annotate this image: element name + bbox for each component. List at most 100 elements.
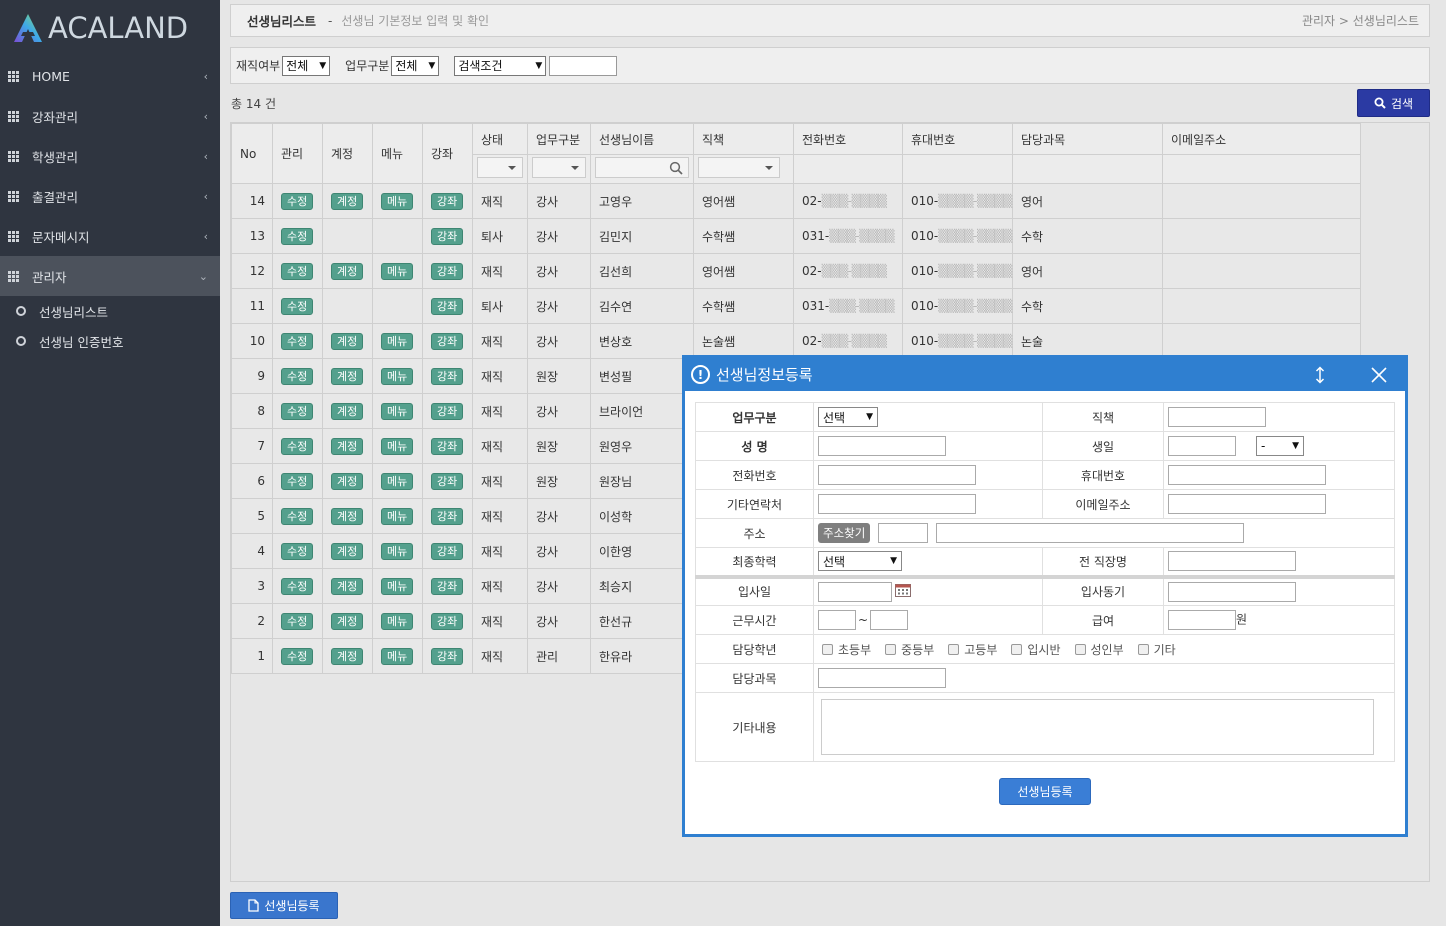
menu-button[interactable]: 메뉴: [381, 262, 414, 280]
grade-checkbox[interactable]: 성인부: [1074, 641, 1124, 658]
work-column-filter[interactable]: [532, 157, 586, 178]
edit-button[interactable]: 수정: [281, 647, 314, 665]
birthday-select[interactable]: - ▼: [1256, 436, 1304, 456]
teacher-name-cell[interactable]: 변성필: [590, 358, 694, 394]
column-header[interactable]: 업무구분: [527, 123, 591, 155]
column-header[interactable]: 선생님이름: [590, 123, 694, 155]
column-header[interactable]: 이메일주소: [1162, 123, 1361, 155]
course-button[interactable]: 강좌: [431, 367, 464, 385]
column-header[interactable]: 관리: [272, 123, 323, 184]
edit-button[interactable]: 수정: [281, 437, 314, 455]
course-button[interactable]: 강좌: [431, 612, 464, 630]
teacher-name-cell[interactable]: 김민지: [590, 218, 694, 254]
status-column-filter[interactable]: [477, 157, 523, 178]
email-input[interactable]: [1168, 494, 1326, 514]
calendar-icon[interactable]: [895, 583, 911, 600]
column-header[interactable]: 강좌: [422, 123, 473, 184]
close-icon[interactable]: [1371, 366, 1387, 383]
sidebar-item-4[interactable]: 문자메시지 ‹: [0, 216, 220, 256]
account-button[interactable]: 계정: [331, 612, 364, 630]
menu-button[interactable]: 메뉴: [381, 332, 414, 350]
account-button[interactable]: 계정: [331, 437, 364, 455]
teacher-name-cell[interactable]: 고영우: [590, 183, 694, 219]
address-input[interactable]: [935, 523, 1244, 543]
sidebar-item-3[interactable]: 출결관리 ‹: [0, 176, 220, 216]
edit-button[interactable]: 수정: [281, 507, 314, 525]
modal-header[interactable]: ! 선생님정보등록: [685, 358, 1405, 391]
teacher-name-cell[interactable]: 김수연: [590, 288, 694, 324]
teacher-name-cell[interactable]: 최승지: [590, 568, 694, 604]
edit-button[interactable]: 수정: [281, 262, 314, 280]
grade-checkbox[interactable]: 초등부: [822, 641, 871, 658]
salary-input[interactable]: [1168, 610, 1236, 630]
phone-input[interactable]: [818, 465, 976, 485]
account-button[interactable]: 계정: [331, 577, 364, 595]
course-button[interactable]: 강좌: [431, 507, 464, 525]
course-button[interactable]: 강좌: [431, 192, 464, 210]
join-reason-input[interactable]: [1168, 581, 1296, 602]
work-filter-select[interactable]: 전체 ▼: [391, 55, 440, 76]
account-button[interactable]: 계정: [331, 262, 364, 280]
mobile-input[interactable]: [1168, 465, 1326, 485]
sidebar-subitem-0[interactable]: 선생님리스트: [0, 296, 220, 326]
notes-textarea[interactable]: [821, 699, 1374, 755]
teacher-name-cell[interactable]: 이한영: [590, 533, 694, 569]
menu-button[interactable]: 메뉴: [381, 367, 414, 385]
work-start-input[interactable]: [818, 610, 856, 630]
edit-button[interactable]: 수정: [281, 297, 314, 315]
position-input[interactable]: [1168, 407, 1266, 427]
teacher-name-cell[interactable]: 변상호: [590, 323, 694, 359]
menu-button[interactable]: 메뉴: [381, 402, 414, 420]
menu-button[interactable]: 메뉴: [381, 437, 414, 455]
column-header[interactable]: 계정: [322, 123, 373, 184]
name-column-search[interactable]: [595, 157, 689, 178]
course-button[interactable]: 강좌: [431, 297, 464, 315]
account-button[interactable]: 계정: [331, 647, 364, 665]
subject-input[interactable]: [818, 668, 946, 688]
sidebar-item-1[interactable]: 강좌관리 ‹: [0, 96, 220, 136]
column-header[interactable]: No: [231, 123, 273, 184]
employment-filter-select[interactable]: 전체 ▼: [282, 55, 331, 76]
edit-button[interactable]: 수정: [281, 367, 314, 385]
teacher-name-cell[interactable]: 원장님: [590, 463, 694, 499]
course-button[interactable]: 강좌: [431, 227, 464, 245]
submit-teacher-button[interactable]: 선생님등록: [999, 778, 1091, 805]
search-input[interactable]: [549, 55, 618, 76]
prev-job-input[interactable]: [1168, 551, 1296, 572]
teacher-name-cell[interactable]: 한선규: [590, 603, 694, 639]
column-header[interactable]: 직책: [693, 123, 794, 155]
column-header[interactable]: 담당과목: [1012, 123, 1163, 155]
grade-checkbox[interactable]: 중등부: [885, 641, 934, 658]
sidebar-item-2[interactable]: 학생관리 ‹: [0, 136, 220, 176]
course-button[interactable]: 강좌: [431, 542, 464, 560]
search-button[interactable]: 검색: [1357, 89, 1430, 117]
course-button[interactable]: 강좌: [431, 262, 464, 280]
menu-button[interactable]: 메뉴: [381, 612, 414, 630]
address-search-button[interactable]: 주소찾기: [818, 523, 871, 543]
teacher-name-cell[interactable]: 이성학: [590, 498, 694, 534]
join-date-input[interactable]: [818, 581, 892, 602]
column-header[interactable]: 전화번호: [793, 123, 903, 155]
column-header[interactable]: 휴대번호: [902, 123, 1013, 155]
column-header[interactable]: 상태: [472, 123, 528, 155]
role-column-filter[interactable]: [698, 157, 780, 178]
teacher-name-cell[interactable]: 원영우: [590, 428, 694, 464]
other-contact-input[interactable]: [818, 494, 976, 514]
account-button[interactable]: 계정: [331, 507, 364, 525]
menu-button[interactable]: 메뉴: [381, 192, 414, 210]
register-teacher-button[interactable]: 선생님등록: [230, 892, 338, 919]
edit-button[interactable]: 수정: [281, 192, 314, 210]
menu-button[interactable]: 메뉴: [381, 577, 414, 595]
search-condition-select[interactable]: 검색조건 ▼: [454, 55, 547, 76]
column-header[interactable]: 메뉴: [372, 123, 423, 184]
course-button[interactable]: 강좌: [431, 332, 464, 350]
account-button[interactable]: 계정: [331, 472, 364, 490]
menu-button[interactable]: 메뉴: [381, 542, 414, 560]
sidebar-subitem-1[interactable]: 선생님 인증번호: [0, 326, 220, 356]
account-button[interactable]: 계정: [331, 367, 364, 385]
zipcode-input[interactable]: [878, 523, 929, 543]
work-type-select[interactable]: 선택 ▼: [818, 407, 878, 427]
edit-button[interactable]: 수정: [281, 332, 314, 350]
course-button[interactable]: 강좌: [431, 402, 464, 420]
account-button[interactable]: 계정: [331, 332, 364, 350]
